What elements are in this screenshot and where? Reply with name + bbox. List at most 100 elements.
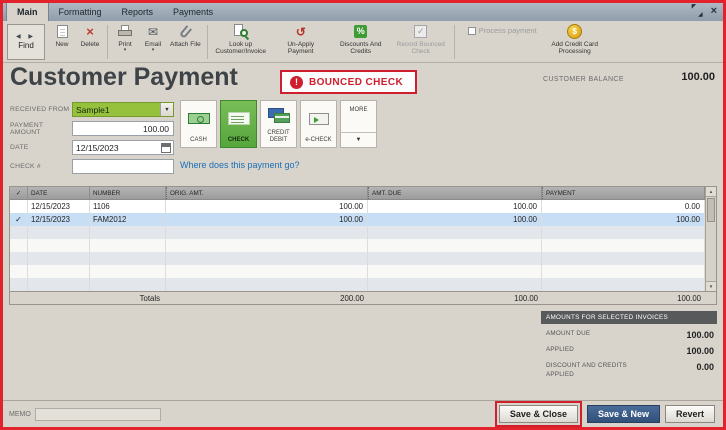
table-row-empty[interactable] [10, 239, 705, 252]
forward-arrow-icon[interactable]: ▶ [28, 34, 36, 40]
main-toolbar: ◀ ▶ Find New × Delete Print ▾ ✉ Email ▾ [3, 21, 723, 63]
memo-input[interactable] [34, 407, 161, 421]
scroll-up-button[interactable]: ▲ [706, 187, 716, 197]
table-row[interactable]: 12/15/2023 1106 100.00 100.00 0.00 [10, 200, 705, 213]
toolbar-separator [206, 24, 208, 59]
date-input[interactable]: 12/15/2023 [72, 140, 174, 155]
received-from-label: RECEIVED FROM [10, 106, 70, 113]
column-header-check: ✓ [10, 187, 28, 199]
new-button[interactable]: New [48, 22, 76, 62]
column-header-payment: PAYMENT [542, 187, 705, 199]
payment-form: RECEIVED FROM Sample1 ▼ PAYMENT AMOUNT 1… [10, 100, 180, 176]
delete-button[interactable]: × Delete [76, 22, 104, 62]
column-header-date: DATE [28, 187, 90, 199]
process-payment-label: Process payment [478, 26, 537, 35]
selected-invoices-summary: AMOUNTS FOR SELECTED INVOICES AMOUNT DUE… [541, 311, 717, 379]
payment-method-echeck[interactable]: e-CHECK [300, 100, 337, 148]
page-title: Customer Payment [10, 63, 238, 91]
find-button[interactable]: ◀ ▶ Find [7, 23, 45, 60]
paperclip-icon [178, 24, 192, 39]
credit-card-icon [267, 107, 290, 123]
table-row-empty[interactable] [10, 278, 705, 291]
calendar-icon[interactable] [161, 143, 171, 153]
column-header-number: NUMBER [90, 187, 166, 199]
email-icon: ✉ [147, 24, 159, 39]
bounced-check-label: BOUNCED CHECK [309, 76, 404, 88]
printer-icon [118, 25, 132, 38]
magnifier-icon [233, 23, 249, 40]
discounts-credits-button[interactable]: % Discounts And Credits [331, 22, 391, 62]
footer-bar: MEMO Save & Close Save & New Revert [3, 400, 723, 427]
email-dropdown-icon[interactable]: ▾ [152, 47, 155, 54]
table-row-empty[interactable] [10, 252, 705, 265]
amount-due-value: 100.00 [686, 330, 714, 340]
print-button[interactable]: Print ▾ [111, 22, 139, 62]
save-new-button[interactable]: Save & New [586, 405, 660, 423]
column-header-amt-due: AMT. DUE [368, 187, 542, 199]
memo-label: MEMO [9, 410, 31, 418]
payment-method-more[interactable]: MORE ▼ [340, 100, 377, 148]
ribbon-tabbar: Main Formatting Reports Payments ◤ ◢ × [3, 3, 723, 21]
revert-button[interactable]: Revert [664, 405, 715, 423]
bounced-check-icon: ✓ [414, 25, 428, 38]
cash-icon [187, 113, 210, 125]
scroll-thumb[interactable] [707, 198, 715, 222]
payment-method-tiles: CASH CHECK CREDIT DEBIT e-CHECK MORE ▼ [180, 100, 377, 148]
bounced-check-badge: ! BOUNCED CHECK [280, 70, 418, 94]
tab-payments[interactable]: Payments [163, 3, 223, 21]
applied-label: APPLIED [546, 346, 574, 353]
back-arrow-icon[interactable]: ◀ [16, 34, 24, 40]
where-payment-goes-link[interactable]: Where does this payment go? [180, 160, 300, 170]
totals-label: Totals [139, 293, 160, 303]
received-from-select[interactable]: Sample1 ▼ [72, 102, 174, 117]
row-checkmark-icon[interactable]: ✓ [10, 213, 28, 226]
alert-icon: ! [290, 75, 303, 89]
totals-orig-amt: 200.00 [340, 293, 364, 303]
invoice-table: ✓ DATE NUMBER ORIG. AMT. AMT. DUE PAYMEN… [9, 186, 717, 305]
customer-payment-window: Main Formatting Reports Payments ◤ ◢ × ◀… [0, 0, 726, 430]
payment-amount-label: PAYMENT AMOUNT [10, 121, 44, 136]
print-dropdown-icon[interactable]: ▾ [124, 47, 127, 54]
check-number-input[interactable] [72, 159, 174, 174]
date-label: DATE [10, 144, 29, 151]
echeck-icon [308, 112, 329, 125]
table-body: 12/15/2023 1106 100.00 100.00 0.00 ✓ 12/… [10, 200, 705, 291]
toolbar-separator [453, 24, 455, 59]
table-scrollbar[interactable]: ▲ ▼ [705, 187, 716, 291]
close-icon[interactable]: × [711, 5, 717, 17]
column-header-orig-amt: ORIG. AMT. [166, 187, 368, 199]
email-button[interactable]: ✉ Email ▾ [139, 22, 167, 62]
summary-title: AMOUNTS FOR SELECTED INVOICES [541, 311, 717, 324]
percent-icon: % [354, 25, 368, 38]
expand-window-icon[interactable]: ◤ ◢ [692, 4, 703, 18]
tab-reports[interactable]: Reports [112, 3, 164, 21]
chevron-down-icon[interactable]: ▼ [160, 103, 173, 116]
payment-amount-input[interactable]: 100.00 [72, 121, 174, 136]
save-close-button[interactable]: Save & Close [498, 405, 578, 423]
payment-method-credit-debit[interactable]: CREDIT DEBIT [260, 100, 297, 148]
payment-method-check[interactable]: CHECK [220, 100, 257, 148]
process-payment-option: Process payment [467, 21, 537, 35]
tab-main[interactable]: Main [6, 3, 49, 21]
table-row-selected[interactable]: ✓ 12/15/2023 FAM2012 100.00 100.00 100.0… [10, 213, 705, 226]
payment-method-cash[interactable]: CASH [180, 100, 217, 148]
record-bounced-check-button[interactable]: ✓ Record Bounced Check [391, 22, 451, 62]
table-row-empty[interactable] [10, 226, 705, 239]
lookup-customer-invoice-button[interactable]: Look up Customer/Invoice [211, 22, 271, 62]
discount-credits-applied-label: DISCOUNT AND CREDITS APPLIED [546, 362, 627, 378]
add-credit-card-processing-button[interactable]: $ Add Credit Card Processing [545, 22, 605, 62]
customer-balance-label: CUSTOMER BALANCE [543, 76, 624, 83]
attach-file-button[interactable]: Attach File [167, 22, 204, 62]
new-page-icon [56, 25, 68, 38]
process-payment-checkbox[interactable] [467, 27, 476, 35]
totals-payment: 100.00 [677, 293, 701, 303]
scroll-down-button[interactable]: ▼ [706, 281, 716, 291]
more-methods-dropdown-icon[interactable]: ▼ [341, 132, 376, 147]
tab-formatting[interactable]: Formatting [49, 3, 112, 21]
unapply-payment-button[interactable]: ↺ Un-Apply Payment [271, 22, 331, 62]
customer-balance-value: 100.00 [681, 71, 715, 83]
check-document-icon [227, 112, 250, 126]
table-row-empty[interactable] [10, 265, 705, 278]
check-number-label: CHECK # [10, 163, 41, 170]
gold-coin-icon: $ [567, 24, 583, 39]
